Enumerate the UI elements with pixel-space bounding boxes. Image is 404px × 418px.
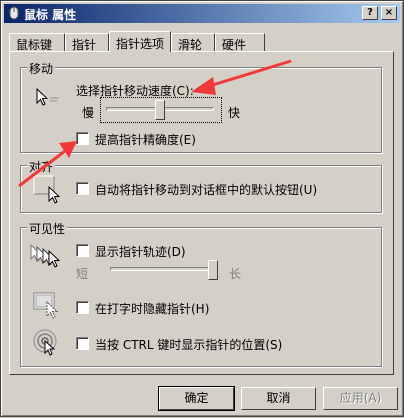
motion-group: 移动 选择指针移动速度(C): 慢 快 提高指针精确度(E) (20, 60, 382, 153)
snap-checkbox[interactable] (76, 182, 89, 195)
mouse-properties-dialog: 鼠标 属性 ? × 鼠标键 指针 指针选项 滑轮 硬件 移动 选择指针移动速度(… (0, 0, 404, 417)
speed-slider[interactable] (100, 97, 222, 123)
show-location-label: 当按 CTRL 键时显示指针的位置(S) (95, 338, 283, 352)
visibility-group-label: 可见性 (27, 220, 68, 237)
trail-slider-thumb[interactable] (208, 260, 218, 280)
pointer-trails-icon (30, 243, 61, 268)
tab-pointer-options[interactable]: 指针选项 (109, 31, 171, 52)
hide-while-typing-icon (33, 292, 59, 319)
motion-group-label: 移动 (27, 60, 56, 77)
tab-panel: 移动 选择指针移动速度(C): 慢 快 提高指针精确度(E) 对齐 自动将指针移… (9, 51, 394, 375)
precision-label: 提高指针精确度(E) (95, 133, 196, 147)
slow-label: 慢 (82, 106, 95, 120)
trail-length-slider[interactable] (105, 258, 225, 282)
speed-slider-thumb[interactable] (155, 100, 165, 120)
tab-buttons[interactable]: 鼠标键 (9, 33, 65, 52)
close-button[interactable]: × (381, 6, 397, 20)
visibility-group: 可见性 显示指针轨迹(D) 短 长 在打字时隐藏指针(H) 当按 CTRL 键时… (20, 220, 382, 367)
snap-label: 自动将指针移动到对话框中的默认按钮(U) (95, 183, 318, 197)
precision-checkbox[interactable] (76, 132, 89, 145)
long-label: 长 (229, 267, 242, 281)
hide-while-typing-label: 在打字时隐藏指针(H) (95, 302, 210, 316)
cancel-button[interactable]: 取消 (241, 387, 316, 410)
fast-label: 快 (228, 106, 241, 120)
title-bar: 鼠标 属性 ? × (4, 4, 400, 23)
show-location-icon (33, 329, 57, 356)
pointer-speed-icon (36, 88, 59, 106)
tab-hardware[interactable]: 硬件 (215, 33, 265, 52)
ok-button[interactable]: 确定 (158, 386, 235, 411)
short-label: 短 (76, 267, 89, 281)
snap-group-label: 对齐 (27, 158, 56, 175)
tab-wheel[interactable]: 滑轮 (171, 33, 215, 52)
speed-label: 选择指针移动速度(C): (76, 84, 194, 98)
tab-pointers[interactable]: 指针 (65, 33, 109, 52)
help-button[interactable]: ? (362, 6, 378, 20)
hide-while-typing-checkbox[interactable] (76, 301, 89, 314)
show-location-checkbox[interactable] (76, 337, 89, 350)
snap-to-icon (33, 175, 61, 204)
window-title: 鼠标 属性 (24, 8, 77, 22)
mouse-icon (9, 6, 19, 20)
snap-group: 对齐 自动将指针移动到对话框中的默认按钮(U) (20, 158, 382, 213)
apply-button[interactable]: 应用(A) (323, 387, 398, 410)
trails-checkbox[interactable] (76, 244, 89, 257)
trail-slider-track (110, 267, 218, 271)
